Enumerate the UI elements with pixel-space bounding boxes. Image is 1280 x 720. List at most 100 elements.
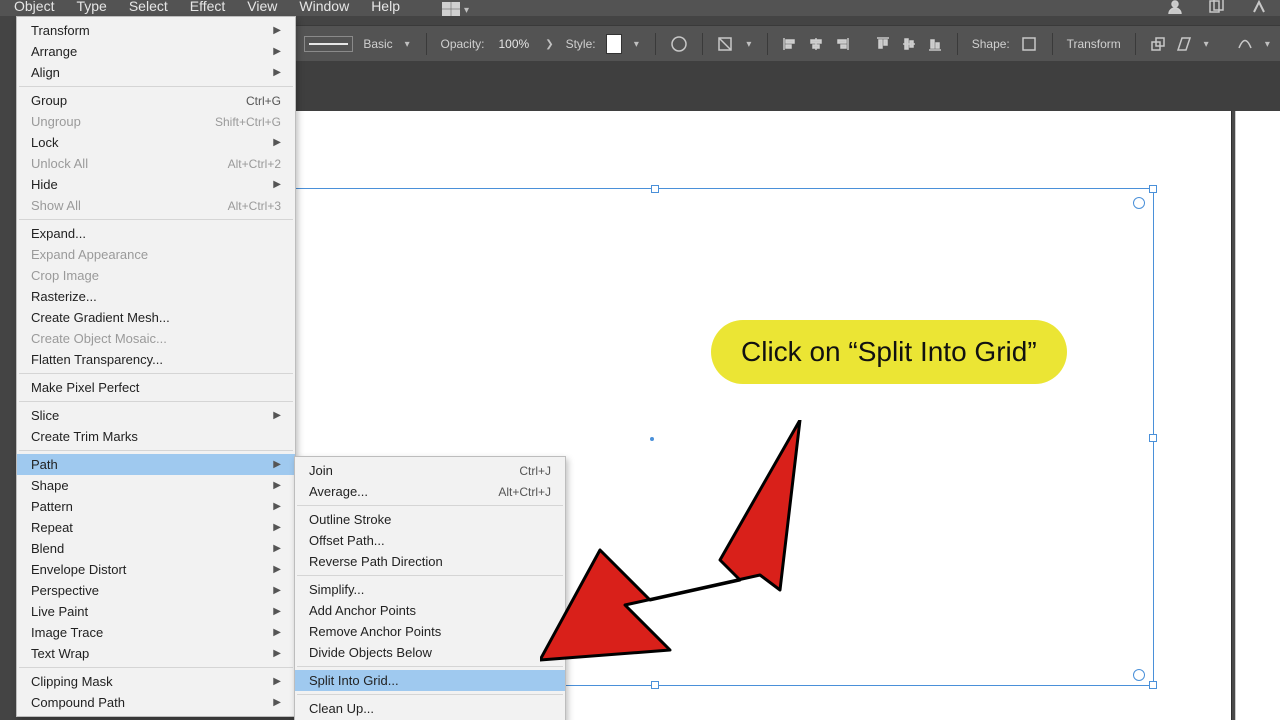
menu-item-label: Compound Path — [31, 695, 271, 710]
menu-window[interactable]: Window — [289, 0, 359, 16]
separator — [702, 33, 703, 55]
separator — [655, 33, 656, 55]
path-menu-item[interactable]: Reverse Path Direction — [295, 551, 565, 572]
separator — [957, 33, 958, 55]
object-menu-item[interactable]: Hide▶ — [17, 174, 295, 195]
object-menu-item[interactable]: Align▶ — [17, 62, 295, 83]
selection-handle[interactable] — [1149, 681, 1157, 689]
menu-item-label: Expand... — [31, 226, 281, 241]
align-top-icon[interactable] — [875, 35, 891, 53]
path-menu-item[interactable]: Remove Anchor Points — [295, 621, 565, 642]
selection-handle[interactable] — [651, 681, 659, 689]
menu-help[interactable]: Help — [361, 0, 410, 16]
share-icon[interactable] — [1166, 0, 1184, 16]
shape-tool-icon[interactable] — [1020, 35, 1038, 53]
path-menu-item[interactable]: JoinCtrl+J — [295, 460, 565, 481]
menu-item-label: Offset Path... — [309, 533, 551, 548]
object-menu-item[interactable]: Compound Path▶ — [17, 692, 295, 713]
selection-handle[interactable] — [1149, 185, 1157, 193]
object-menu-item[interactable]: Image Trace▶ — [17, 622, 295, 643]
align-bottom-icon[interactable] — [927, 35, 943, 53]
align-left-icon[interactable] — [782, 35, 798, 53]
selection-handle[interactable] — [651, 185, 659, 193]
menu-item-label: Split Into Grid... — [309, 673, 551, 688]
object-menu-item[interactable]: Transform▶ — [17, 20, 295, 41]
submenu-arrow-icon: ▶ — [271, 585, 281, 596]
menu-effect[interactable]: Effect — [180, 0, 236, 16]
path-menu-item[interactable]: Simplify... — [295, 579, 565, 600]
object-menu-item[interactable]: Create Gradient Mesh... — [17, 307, 295, 328]
menu-item-label: Rasterize... — [31, 289, 281, 304]
object-menu-item[interactable]: Expand... — [17, 223, 295, 244]
options-bar: Basic ▾ Opacity: 100% ❯ Style: ▾ ▾ Shape… — [296, 25, 1280, 63]
object-menu-item[interactable]: Envelope Distort▶ — [17, 559, 295, 580]
object-menu-item: Show AllAlt+Ctrl+3 — [17, 195, 295, 216]
isolate-icon[interactable] — [716, 35, 734, 53]
selection-handle[interactable] — [1149, 434, 1157, 442]
corner-widget-icon[interactable] — [1133, 669, 1145, 681]
free-transform-icon[interactable] — [1237, 35, 1253, 53]
path-menu-item[interactable]: Clean Up... — [295, 698, 565, 719]
shear-chevron-icon[interactable]: ▾ — [1202, 39, 1211, 50]
align-hcenter-icon[interactable] — [808, 35, 824, 53]
object-menu-item[interactable]: Rasterize... — [17, 286, 295, 307]
path-menu-item[interactable]: Offset Path... — [295, 530, 565, 551]
style-chevron-icon[interactable]: ▾ — [632, 39, 641, 50]
object-menu-item[interactable]: Arrange▶ — [17, 41, 295, 62]
shear-icon[interactable] — [1176, 35, 1192, 53]
recolor-icon[interactable] — [670, 35, 688, 53]
object-menu-item[interactable]: Text Wrap▶ — [17, 643, 295, 664]
opacity-chevron-icon[interactable]: ❯ — [543, 39, 555, 50]
arrange-windows-icon[interactable] — [1208, 0, 1226, 16]
object-menu-item: UngroupShift+Ctrl+G — [17, 111, 295, 132]
path-menu-item[interactable]: Split Into Grid... — [295, 670, 565, 691]
object-menu-item[interactable]: GroupCtrl+G — [17, 90, 295, 111]
free-transform-chevron-icon[interactable]: ▾ — [1263, 39, 1272, 50]
object-menu-item[interactable]: Shape▶ — [17, 475, 295, 496]
menu-item-label: Ungroup — [31, 114, 195, 129]
object-menu-item[interactable]: Perspective▶ — [17, 580, 295, 601]
menubar: Object Type Select Effect View Window He… — [0, 0, 1280, 16]
stroke-preset-chevron-icon[interactable]: ▾ — [403, 39, 412, 50]
object-menu-item[interactable]: Lock▶ — [17, 132, 295, 153]
object-menu-item[interactable]: Path▶ — [17, 454, 295, 475]
menu-item-label: Text Wrap — [31, 646, 271, 661]
menu-object[interactable]: Object — [4, 0, 64, 16]
object-menu-item[interactable]: Blend▶ — [17, 538, 295, 559]
object-menu-item[interactable]: Make Pixel Perfect — [17, 377, 295, 398]
object-menu-item[interactable]: Flatten Transparency... — [17, 349, 295, 370]
style-swatch[interactable] — [606, 34, 622, 54]
workspace-switcher-icon[interactable] — [442, 0, 460, 18]
path-menu-item[interactable]: Add Anchor Points — [295, 600, 565, 621]
align-right-icon[interactable] — [834, 35, 850, 53]
menu-item-label: Align — [31, 65, 271, 80]
object-menu-item: Crop Image — [17, 265, 295, 286]
object-menu-item[interactable]: Repeat▶ — [17, 517, 295, 538]
workspace-switcher-chevron-icon[interactable]: ▾ — [462, 5, 471, 16]
menu-type[interactable]: Type — [66, 0, 116, 16]
menu-item-label: Unlock All — [31, 156, 208, 171]
opacity-value[interactable]: 100% — [495, 35, 534, 53]
align-vcenter-icon[interactable] — [901, 35, 917, 53]
scale-icon[interactable] — [1150, 35, 1166, 53]
menu-separator — [297, 575, 563, 576]
menu-item-label: Slice — [31, 408, 271, 423]
page-preview-strip — [1235, 111, 1280, 720]
object-menu-item[interactable]: Clipping Mask▶ — [17, 671, 295, 692]
path-menu-item[interactable]: Divide Objects Below — [295, 642, 565, 663]
object-menu-item[interactable]: Create Trim Marks — [17, 426, 295, 447]
corner-widget-icon[interactable] — [1133, 197, 1145, 209]
menu-separator — [297, 666, 563, 667]
object-menu-item[interactable]: Live Paint▶ — [17, 601, 295, 622]
stroke-profile-button[interactable] — [304, 36, 353, 52]
object-menu-item[interactable]: Slice▶ — [17, 405, 295, 426]
search-icon[interactable] — [1250, 0, 1268, 16]
object-menu-item[interactable]: Pattern▶ — [17, 496, 295, 517]
path-menu-item[interactable]: Outline Stroke — [295, 509, 565, 530]
isolate-chevron-icon[interactable]: ▾ — [744, 39, 753, 50]
menu-select[interactable]: Select — [119, 0, 178, 16]
path-menu-item[interactable]: Average...Alt+Ctrl+J — [295, 481, 565, 502]
menu-view[interactable]: View — [237, 0, 287, 16]
menu-item-label: Average... — [309, 484, 478, 499]
menu-item-label: Crop Image — [31, 268, 281, 283]
